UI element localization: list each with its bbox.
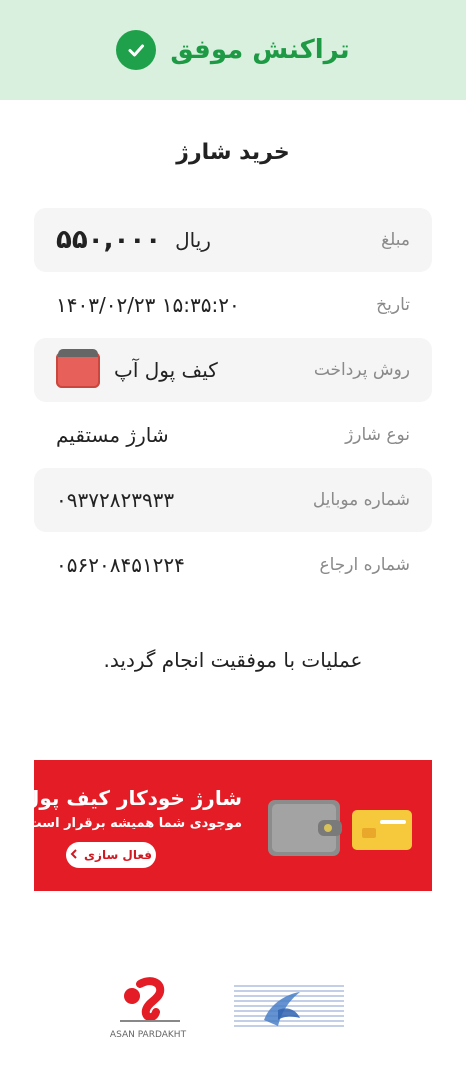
header-title: تراکنش موفق [170, 35, 350, 65]
charge-type-row: نوع شارژ شارژ مستقیم [34, 403, 432, 467]
reference-row: شماره ارجاع ۰۵۶۲۰۸۴۵۱۲۲۴ [34, 533, 432, 597]
mobile-row: شماره موبایل ۰۹۳۷۲۸۲۳۹۳۳ [34, 468, 432, 532]
banner-title: شارژ خودکار کیف پول [34, 786, 242, 810]
payment-label: روش پرداخت [313, 360, 410, 380]
asan-pardakht-logo-text: ASAN PARDAKHT [109, 1030, 187, 1040]
date-label: تاریخ [376, 295, 410, 315]
date-value: ۱۵:۳۵:۲۰ ۱۴۰۳/۰۲/۲۳ [56, 293, 240, 317]
payment-method-text: کیف پول آپ [114, 358, 218, 382]
banner-subtitle: موجودی شما همیشه برقرار است [34, 816, 242, 831]
check-circle-icon [116, 30, 157, 70]
amount-row: مبلغ ریال ۵۵۰,۰۰۰ [34, 208, 432, 272]
shaparak-logo [234, 985, 344, 1027]
date-row: تاریخ ۱۵:۳۵:۲۰ ۱۴۰۳/۰۲/۲۳ [34, 273, 432, 337]
activate-button-label: فعال سازی [84, 848, 152, 862]
footer-logos: ASAN PARDAKHT [0, 976, 466, 1046]
charge-type-value: شارژ مستقیم [56, 423, 169, 447]
mobile-label: شماره موبایل [312, 490, 410, 510]
amount-value: ریال ۵۵۰,۰۰۰ [56, 225, 211, 255]
success-message: عملیات با موفقیت انجام گردید. [103, 648, 363, 672]
reference-label: شماره ارجاع [319, 555, 410, 575]
mobile-value: ۰۹۳۷۲۸۲۳۹۳۳ [56, 488, 175, 512]
payment-row: روش پرداخت کیف پول آپ [34, 338, 432, 402]
wallet-card-illustration [268, 800, 412, 856]
charge-type-label: نوع شارژ [345, 425, 410, 445]
reference-value: ۰۵۶۲۰۸۴۵۱۲۲۴ [56, 553, 185, 577]
page-title: خرید شارژ [176, 140, 290, 165]
amount-number: ۵۵۰,۰۰۰ [56, 225, 162, 255]
auto-charge-banner[interactable]: شارژ خودکار کیف پول موجودی شما همیشه برق… [34, 760, 432, 891]
payment-value: کیف پول آپ [56, 349, 218, 388]
chevron-left-icon [70, 848, 78, 862]
amount-label: مبلغ [381, 230, 410, 250]
amount-unit: ریال [175, 228, 211, 252]
success-header: تراکنش موفق [0, 0, 466, 100]
activate-button[interactable]: فعال سازی [66, 842, 156, 868]
wallet-icon [56, 349, 100, 388]
